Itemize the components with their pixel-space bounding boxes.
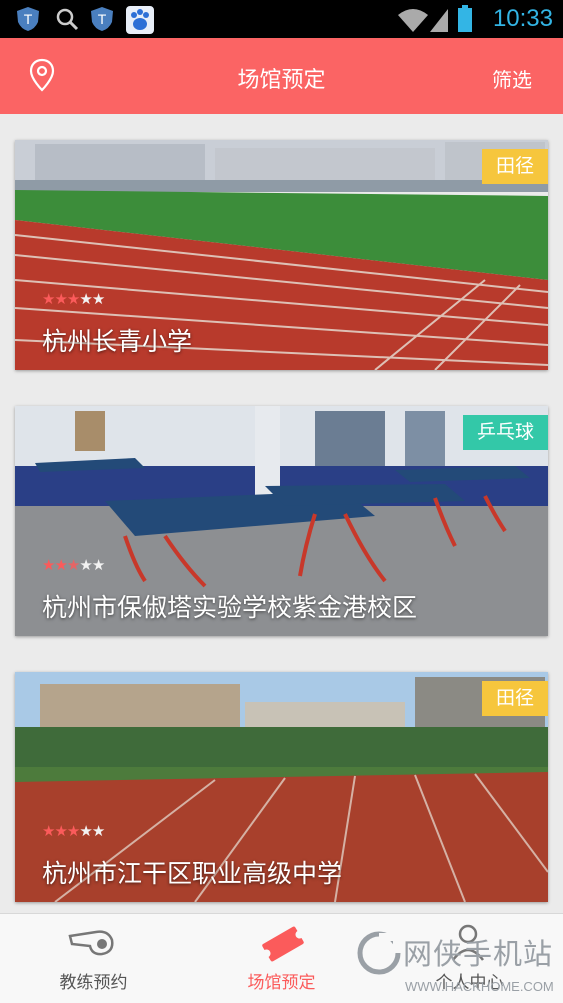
clock: 10:33 xyxy=(492,5,553,32)
ticket-icon xyxy=(262,926,304,962)
svg-text:T: T xyxy=(24,11,33,27)
venue-card[interactable]: 乒乓球 ★★★★★ 杭州市保俶塔实验学校紫金港校区 xyxy=(15,406,548,636)
baidu-paw-icon xyxy=(126,6,154,34)
app-bar: 场馆预定 筛选 xyxy=(0,38,563,114)
svg-text:T: T xyxy=(98,11,107,27)
category-tag: 田径 xyxy=(481,681,548,716)
battery-icon xyxy=(458,5,472,32)
watermark-url: WWW.HACKHOME.COM xyxy=(405,979,554,994)
venue-name: 杭州长青小学 xyxy=(42,327,193,356)
tab-coach-booking[interactable]: 教练预约 xyxy=(0,914,187,1003)
category-tag: 田径 xyxy=(481,149,548,184)
status-bar: T T 10:33 xyxy=(0,0,563,38)
venue-name: 杭州市江干区职业高级中学 xyxy=(42,859,343,888)
wifi-icon xyxy=(398,9,428,32)
search-icon xyxy=(56,8,79,31)
shield-app-icon: T xyxy=(17,7,39,31)
tab-venue-booking[interactable]: 场馆预定 xyxy=(188,914,375,1003)
venue-card[interactable]: 田径 ★★★★★ 杭州市江干区职业高级中学 xyxy=(15,672,548,902)
rating-stars: ★★★★★ xyxy=(42,822,105,840)
watermark-logo-icon xyxy=(357,931,401,975)
page-title: 场馆预定 xyxy=(237,68,326,93)
watermark: 网侠手机站 WWW.HACKHOME.COM xyxy=(355,927,555,1002)
rating-stars: ★★★★★ xyxy=(42,556,105,574)
venue-name: 杭州市保俶塔实验学校紫金港校区 xyxy=(42,593,418,622)
shield-app-icon-2: T xyxy=(91,7,113,31)
category-tag: 乒乓球 xyxy=(462,415,548,450)
venue-card[interactable]: 田径 ★★★★★ 杭州长青小学 xyxy=(15,140,548,370)
watermark-text: 网侠手机站 xyxy=(403,937,554,971)
signal-icon xyxy=(430,9,448,32)
rating-stars: ★★★★★ xyxy=(42,290,105,308)
tab-label: 场馆预定 xyxy=(247,973,316,993)
filter-button[interactable]: 筛选 xyxy=(492,64,532,93)
tab-label: 教练预约 xyxy=(59,973,128,993)
whistle-icon xyxy=(68,930,114,956)
